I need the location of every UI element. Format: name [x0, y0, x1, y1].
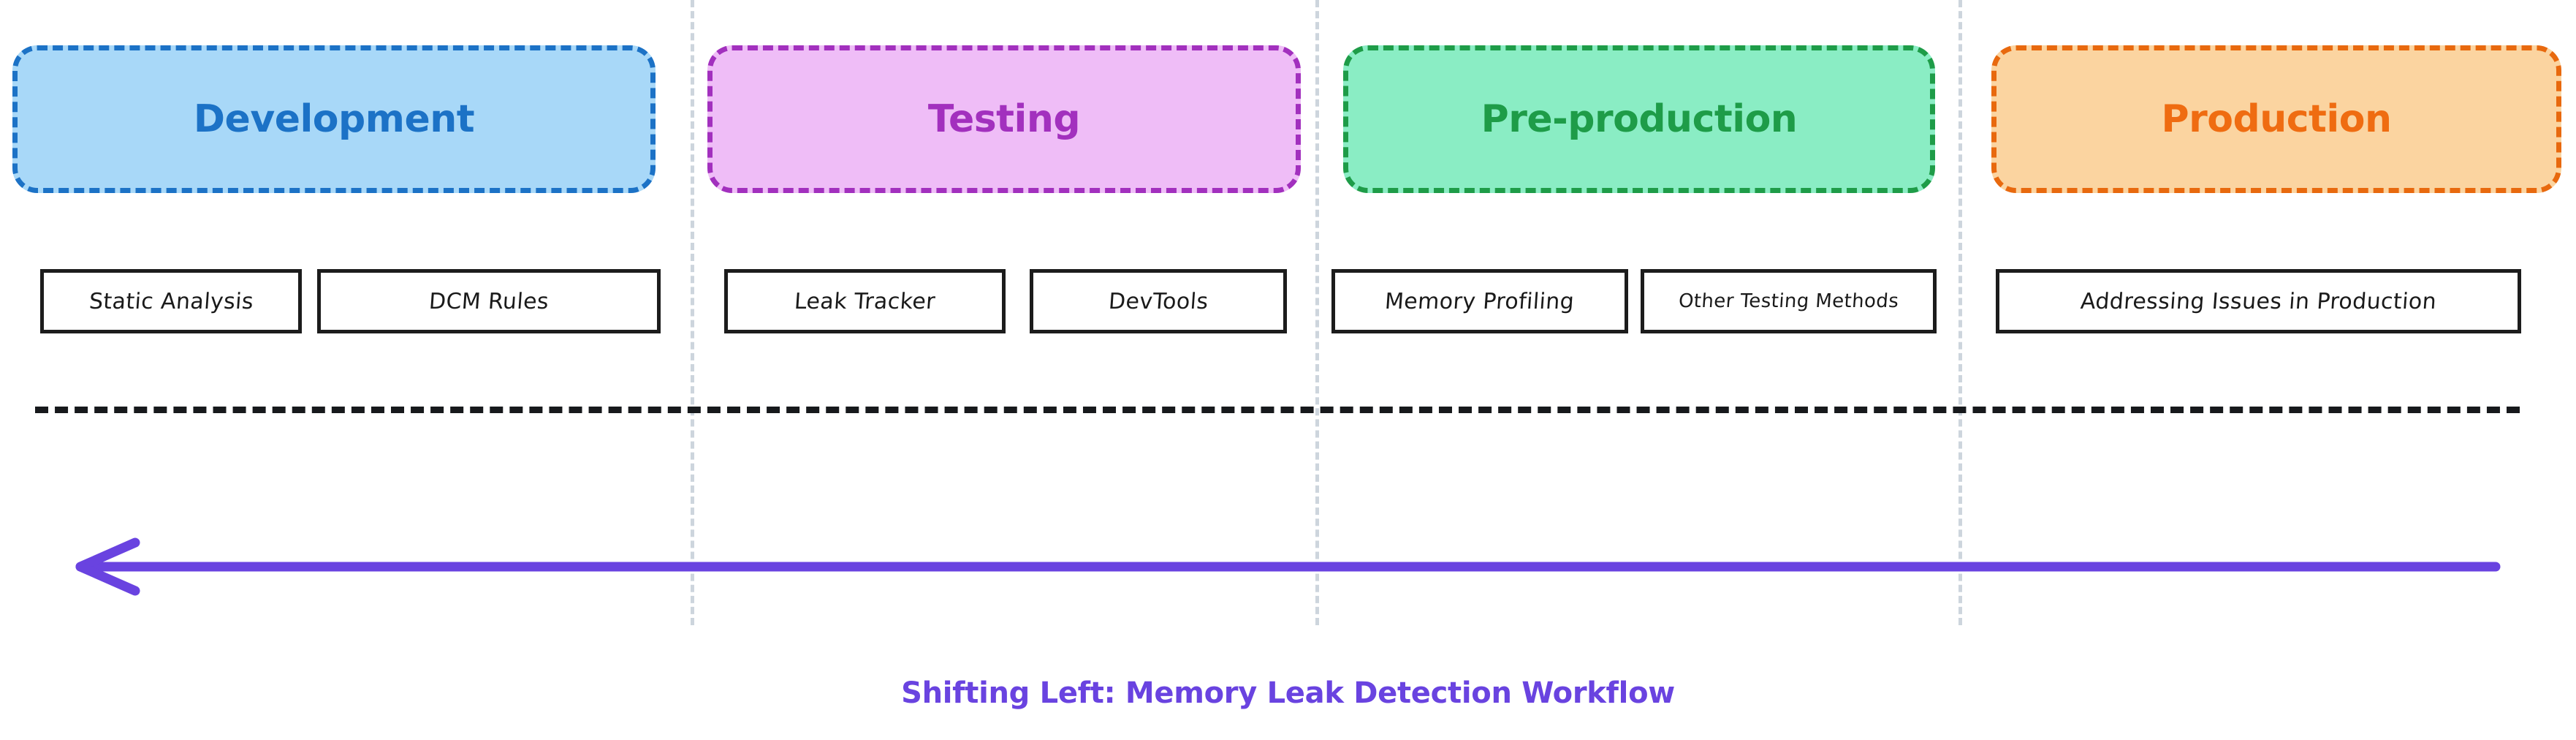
shift-left-arrow	[75, 537, 2501, 596]
stage-label-pre-production: Pre-production	[1481, 97, 1798, 141]
tool-label-memory-profiling: Memory Profiling	[1384, 288, 1576, 314]
tool-box-leak-tracker[interactable]: Leak Tracker	[724, 269, 1006, 333]
tool-box-other-testing-methods[interactable]: Other Testing Methods	[1641, 269, 1937, 333]
stage-box-pre-production[interactable]: Pre-production	[1343, 45, 1935, 193]
tool-label-dcm-rules: DCM Rules	[428, 288, 550, 314]
tool-label-devtools: DevTools	[1107, 288, 1209, 314]
diagram-canvas: Development Testing Pre-production Produ…	[0, 0, 2576, 740]
stage-box-production[interactable]: Production	[1991, 45, 2561, 193]
tool-box-addressing-issues-in-production[interactable]: Addressing Issues in Production	[1996, 269, 2521, 333]
stage-label-production: Production	[2161, 97, 2392, 141]
timeline-dashed-rule	[35, 407, 2520, 413]
tool-box-dcm-rules[interactable]: DCM Rules	[317, 269, 661, 333]
stage-box-development[interactable]: Development	[12, 45, 656, 193]
tool-label-static-analysis: Static Analysis	[88, 288, 254, 314]
tool-label-addressing-issues-in-production: Addressing Issues in Production	[2079, 288, 2438, 314]
stage-label-development: Development	[193, 97, 475, 141]
tool-label-other-testing-methods: Other Testing Methods	[1677, 290, 1900, 312]
stage-box-testing[interactable]: Testing	[707, 45, 1301, 193]
tool-label-leak-tracker: Leak Tracker	[793, 288, 937, 314]
tool-box-memory-profiling[interactable]: Memory Profiling	[1331, 269, 1628, 333]
diagram-caption: Shifting Left: Memory Leak Detection Wor…	[901, 676, 1675, 710]
tool-box-static-analysis[interactable]: Static Analysis	[40, 269, 302, 333]
tool-box-devtools[interactable]: DevTools	[1030, 269, 1287, 333]
stage-label-testing: Testing	[927, 97, 1081, 141]
